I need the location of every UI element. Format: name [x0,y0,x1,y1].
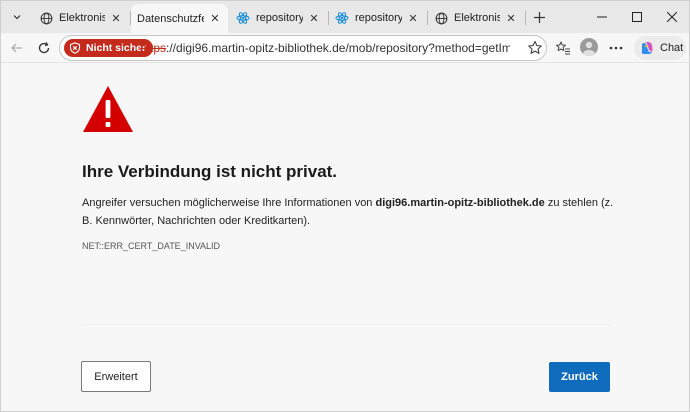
person-icon [583,41,595,56]
tab-repository-2[interactable]: repository (40 ✕ [329,5,426,31]
globe-icon [39,11,53,25]
error-page: Ihre Verbindung ist nicht privat. Angrei… [1,64,689,411]
plus-icon [533,11,545,23]
maximize-button[interactable] [622,5,652,29]
divider [82,324,612,325]
tab-title: Datenschutzfehler [137,12,204,25]
close-icon [667,12,677,22]
url-text[interactable]: https://digi96.martin-opitz-bibliothek.d… [140,41,510,55]
browser-toolbar: Nicht sicher https://digi96.martin-opitz… [1,33,689,63]
tab-actions-menu-button[interactable] [7,7,27,27]
advanced-button[interactable]: Erweitert [81,361,151,392]
close-window-button[interactable] [657,5,687,29]
tab-elektronische-1[interactable]: Elektronische ✕ [33,5,129,31]
tab-title: Elektronische [59,12,105,24]
url-protocol: https [140,41,167,55]
not-secure-label: Nicht sicher [86,42,147,54]
maximize-icon [632,12,642,22]
minimize-button[interactable] [587,5,617,29]
url-rest: ://digi96.martin-opitz-bibliothek.de/mob… [166,41,510,55]
tab-close-icon[interactable]: ✕ [504,11,518,25]
react-icon [236,11,250,25]
tab-close-icon[interactable]: ✕ [208,12,222,26]
address-bar[interactable]: Nicht sicher https://digi96.martin-opitz… [59,35,547,61]
ellipsis-icon [609,46,623,50]
minimize-icon [597,16,607,18]
tab-title: repository (40 [355,12,402,24]
tab-close-icon[interactable]: ✕ [406,11,420,25]
new-tab-button[interactable] [529,7,549,27]
react-icon [335,11,349,25]
reload-button[interactable] [34,38,54,58]
description-domain: digi96.martin-opitz-bibliothek.de [375,197,545,209]
back-button[interactable] [7,38,27,58]
description-text: Angreifer versuchen möglicherweise Ihre … [82,197,376,209]
favorites-button[interactable] [553,38,573,58]
shield-warning-icon [69,42,81,54]
page-title: Ihre Verbindung ist nicht privat. [82,162,338,181]
tab-close-icon[interactable]: ✕ [307,11,321,25]
tab-close-icon[interactable]: ✕ [109,11,123,25]
tab-datenschutzfehler[interactable]: Datenschutzfehler ✕ [131,4,228,33]
globe-icon [434,11,448,25]
reload-icon [38,42,50,54]
favorites-list-icon [556,41,570,55]
chevron-down-icon [13,15,21,20]
error-description: Angreifer versuchen möglicherweise Ihre … [82,194,622,230]
copilot-chat-button[interactable]: Chat [634,36,686,60]
error-code: NET::ERR_CERT_DATE_INVALID [82,241,221,251]
tab-divider [525,11,526,25]
tab-title: Elektronische [454,12,500,24]
tab-title: repository (40 [256,12,303,24]
back-to-safety-button[interactable]: Zurück [549,362,610,392]
favorite-star-icon[interactable] [527,40,543,56]
chat-label: Chat [660,42,684,54]
browser-window: Elektronische ✕ Datenschutzfehler ✕ repo… [0,0,690,412]
tab-repository-1[interactable]: repository (40 ✕ [230,5,327,31]
tab-elektronische-2[interactable]: Elektronische ✕ [428,5,524,31]
tab-strip: Elektronische ✕ Datenschutzfehler ✕ repo… [1,1,689,33]
profile-avatar[interactable] [580,38,598,56]
more-options-button[interactable] [606,38,626,58]
warning-triangle-icon [83,86,133,132]
copilot-icon [641,42,653,54]
arrow-left-icon [11,43,22,53]
